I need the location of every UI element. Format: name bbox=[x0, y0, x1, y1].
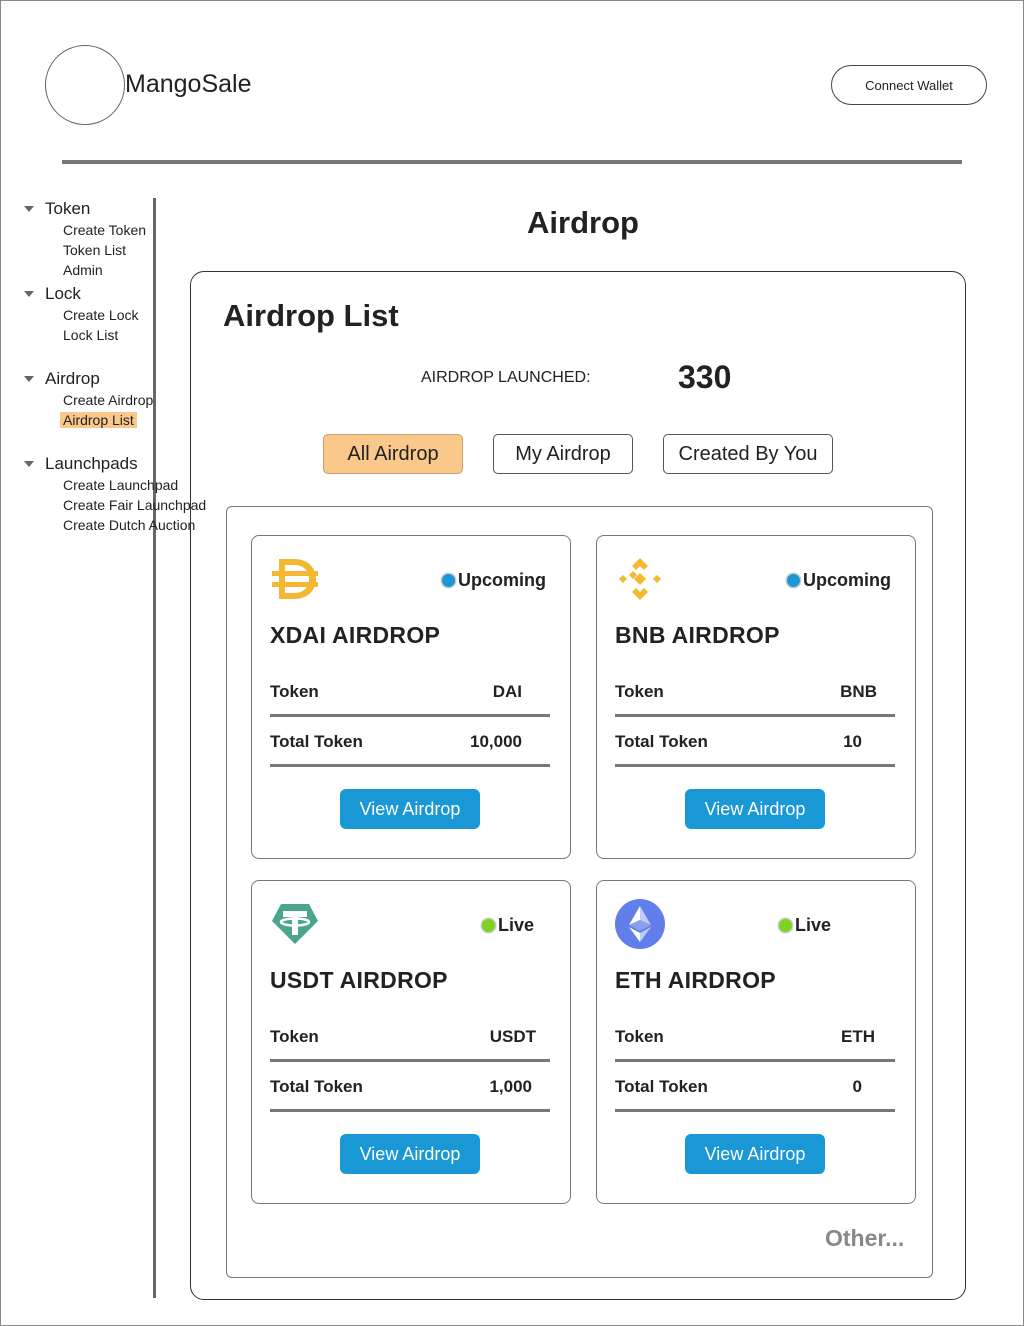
airdrop-card: Live ETH AIRDROP Token ETH Total Token 0… bbox=[596, 880, 916, 1204]
total-token-label: Total Token bbox=[615, 732, 708, 751]
caret-down-icon bbox=[24, 461, 34, 467]
total-token-row: Total Token 1,000 bbox=[270, 1060, 550, 1112]
sidebar-section-label: Launchpads bbox=[45, 454, 138, 473]
total-token-label: Total Token bbox=[615, 1077, 708, 1096]
status-badge: Live bbox=[482, 915, 534, 936]
sidebar-item-create-dutch-auction[interactable]: Create Dutch Auction bbox=[63, 517, 195, 533]
token-row: Token BNB bbox=[615, 665, 895, 717]
sidebar-section-lock[interactable]: Lock bbox=[22, 284, 81, 304]
status-badge: Upcoming bbox=[787, 570, 891, 591]
token-label: Token bbox=[270, 1027, 319, 1046]
token-row: Token DAI bbox=[270, 665, 550, 717]
airdrop-name: XDAI AIRDROP bbox=[270, 622, 441, 648]
total-token-label: Total Token bbox=[270, 1077, 363, 1096]
total-token-value: 1,000 bbox=[489, 1077, 532, 1096]
status-dot bbox=[787, 574, 800, 587]
sidebar-section-launchpads[interactable]: Launchpads bbox=[22, 454, 138, 474]
status-label: Upcoming bbox=[803, 570, 891, 590]
total-token-value: 10,000 bbox=[470, 732, 522, 751]
total-token-value: 0 bbox=[852, 1077, 862, 1096]
view-airdrop-button[interactable]: View Airdrop bbox=[685, 789, 825, 829]
sidebar-item-lock-list[interactable]: Lock List bbox=[63, 327, 118, 343]
airdrop-launched-count: 330 bbox=[678, 359, 732, 395]
status-label: Upcoming bbox=[458, 570, 546, 590]
sidebar-section-airdrop[interactable]: Airdrop bbox=[22, 369, 100, 389]
token-label: Token bbox=[270, 682, 319, 701]
airdrop-name: USDT AIRDROP bbox=[270, 967, 448, 993]
airdrop-card: Upcoming BNB AIRDROP Token BNB Total Tok… bbox=[596, 535, 916, 859]
caret-down-icon bbox=[24, 291, 34, 297]
other-link[interactable]: Other... bbox=[825, 1225, 904, 1252]
token-value: ETH bbox=[841, 1027, 875, 1046]
airdrop-card: Live USDT AIRDROP Token USDT Total Token… bbox=[251, 880, 571, 1204]
total-token-row: Total Token 10 bbox=[615, 715, 895, 767]
tab-my-airdrop[interactable]: My Airdrop bbox=[493, 434, 633, 474]
tab-all-airdrop[interactable]: All Airdrop bbox=[323, 434, 463, 474]
sidebar-section-label: Airdrop bbox=[45, 369, 100, 388]
sidebar-item-token-list[interactable]: Token List bbox=[63, 242, 126, 258]
connect-wallet-button[interactable]: Connect Wallet bbox=[831, 65, 987, 105]
airdrop-name: BNB AIRDROP bbox=[615, 622, 780, 648]
airdrop-card: Upcoming XDAI AIRDROP Token DAI Total To… bbox=[251, 535, 571, 859]
airdrop-name: ETH AIRDROP bbox=[615, 967, 776, 993]
sidebar-item-create-launchpad[interactable]: Create Launchpad bbox=[63, 477, 178, 493]
status-dot bbox=[442, 574, 455, 587]
token-value: DAI bbox=[492, 682, 522, 701]
token-row: Token ETH bbox=[615, 1010, 895, 1062]
caret-down-icon bbox=[24, 376, 34, 382]
status-label: Live bbox=[498, 915, 535, 935]
view-airdrop-button[interactable]: View Airdrop bbox=[685, 1134, 825, 1174]
logo[interactable] bbox=[45, 45, 125, 125]
status-dot bbox=[482, 919, 495, 932]
brand-name: MangoSale bbox=[125, 70, 252, 98]
token-label: Token bbox=[615, 1027, 664, 1046]
bnb-icon bbox=[615, 554, 665, 604]
sidebar-item-create-lock[interactable]: Create Lock bbox=[63, 307, 138, 323]
total-token-row: Total Token 0 bbox=[615, 1060, 895, 1112]
status-label: Live bbox=[795, 915, 832, 935]
total-token-row: Total Token 10,000 bbox=[270, 715, 550, 767]
panel-title: Airdrop List bbox=[223, 298, 399, 333]
dai-icon bbox=[270, 554, 320, 604]
status-dot bbox=[779, 919, 792, 932]
status-badge: Upcoming bbox=[442, 570, 546, 591]
eth-icon bbox=[615, 899, 665, 949]
sidebar-divider bbox=[153, 198, 156, 1298]
tab-created-by-you[interactable]: Created By You bbox=[663, 434, 833, 474]
airdrop-launched-label: AIRDROP LAUNCHED: bbox=[421, 369, 591, 386]
token-value: BNB bbox=[840, 682, 877, 701]
view-airdrop-button[interactable]: View Airdrop bbox=[340, 789, 480, 829]
page-title: Airdrop bbox=[527, 205, 639, 240]
sidebar-section-label: Lock bbox=[45, 284, 81, 303]
token-value: USDT bbox=[489, 1027, 536, 1046]
total-token-label: Total Token bbox=[270, 732, 363, 751]
total-token-value: 10 bbox=[843, 732, 862, 751]
status-badge: Live bbox=[779, 915, 831, 936]
sidebar-item-create-airdrop[interactable]: Create Airdrop bbox=[63, 392, 153, 408]
sidebar-item-create-fair-launchpad[interactable]: Create Fair Launchpad bbox=[63, 497, 206, 513]
sidebar-item-admin[interactable]: Admin bbox=[63, 262, 103, 278]
token-label: Token bbox=[615, 682, 664, 701]
view-airdrop-button[interactable]: View Airdrop bbox=[340, 1134, 480, 1174]
token-row: Token USDT bbox=[270, 1010, 550, 1062]
header-divider bbox=[62, 160, 962, 164]
usdt-icon bbox=[270, 899, 320, 949]
sidebar-item-airdrop-list[interactable]: Airdrop List bbox=[60, 412, 137, 428]
